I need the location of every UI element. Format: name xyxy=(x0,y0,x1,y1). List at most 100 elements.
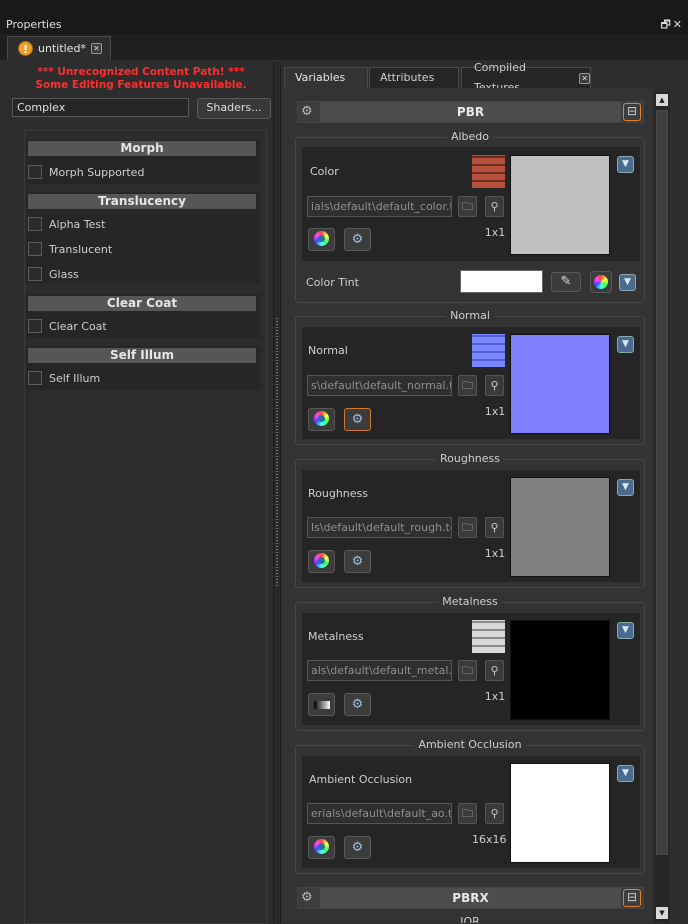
pbrx-header-label: PBRX xyxy=(320,888,621,908)
checkbox-label: Glass xyxy=(49,267,79,281)
checkbox-row[interactable]: Morph Supported xyxy=(28,165,144,179)
collapse-button[interactable]: ⊟ xyxy=(623,889,641,907)
top-strip xyxy=(0,0,688,16)
section-header-self-illum: Self Illum xyxy=(28,348,256,363)
checkbox[interactable] xyxy=(28,242,42,256)
chevron-down-icon[interactable]: ▼ xyxy=(617,336,634,353)
gear-icon[interactable]: ⚙ xyxy=(344,408,371,431)
color-wheel-icon[interactable] xyxy=(308,408,335,431)
ao-preview xyxy=(510,763,610,863)
color-tint-swatch[interactable] xyxy=(460,270,543,293)
metalness-label: Metalness xyxy=(308,630,364,643)
normal-group-label: Normal xyxy=(295,309,645,323)
magnifier-icon[interactable]: ⚲ xyxy=(485,660,504,681)
warning-icon: ! xyxy=(18,41,33,56)
checkbox[interactable] xyxy=(28,267,42,281)
checkbox-row[interactable]: Clear Coat xyxy=(28,319,107,333)
chevron-down-icon[interactable]: ▼ xyxy=(617,622,634,639)
chevron-down-icon[interactable]: ▼ xyxy=(617,479,634,496)
pbrx-group-header: ⚙ PBRX ⊟ xyxy=(297,887,644,909)
eyedropper-icon[interactable]: ✎ xyxy=(551,272,581,292)
chevron-down-icon[interactable]: ▼ xyxy=(617,156,634,173)
color-thumbnail[interactable] xyxy=(472,155,505,188)
tab-attributes[interactable]: Attributes xyxy=(369,67,459,88)
pbr-header-label: PBR xyxy=(320,102,621,122)
checkbox-row[interactable]: Translucent xyxy=(28,242,112,256)
checkbox[interactable] xyxy=(28,319,42,333)
color-wheel-icon[interactable] xyxy=(308,228,335,251)
gradient-icon[interactable] xyxy=(308,693,335,716)
tab-close-icon[interactable]: ✕ xyxy=(579,72,590,84)
color-wheel-icon[interactable] xyxy=(590,271,612,293)
close-icon[interactable]: ✕ xyxy=(673,18,684,31)
scroll-down-arrow[interactable]: ▼ xyxy=(656,907,668,919)
color-tint-label: Color Tint xyxy=(306,276,359,289)
color-preview xyxy=(510,155,610,255)
chevron-down-icon[interactable]: ▼ xyxy=(619,274,636,291)
normal-preview xyxy=(510,334,610,434)
gear-icon[interactable]: ⚙ xyxy=(344,228,371,251)
folder-icon[interactable]: 🗀 xyxy=(458,375,477,396)
chevron-down-icon[interactable]: ▼ xyxy=(617,765,634,782)
gear-icon[interactable]: ⚙ xyxy=(344,836,371,859)
tab-compiled-textures[interactable]: Compiled Textures✕ xyxy=(461,61,591,94)
window-buttons[interactable]: 🗗✕ xyxy=(660,17,684,33)
magnifier-icon[interactable]: ⚲ xyxy=(485,375,504,396)
collapse-button[interactable]: ⊟ xyxy=(623,103,641,121)
folder-icon[interactable]: 🗀 xyxy=(458,517,477,538)
ior-group-label: IOR xyxy=(460,915,480,923)
panel-title: Properties xyxy=(0,16,688,34)
gear-icon[interactable]: ⚙ xyxy=(344,693,371,716)
section-header-clear-coat: Clear Coat xyxy=(28,296,256,311)
folder-icon[interactable]: 🗀 xyxy=(458,196,477,217)
error-line-1: *** Unrecognized Content Path! *** xyxy=(37,66,245,78)
error-message: *** Unrecognized Content Path! *** Some … xyxy=(8,66,274,92)
tab-close-icon[interactable]: ✕ xyxy=(90,43,102,54)
shaders-button[interactable]: Shaders... xyxy=(197,98,271,119)
checkbox-row[interactable]: Self Illum xyxy=(28,371,100,385)
gear-icon[interactable]: ⚙ xyxy=(301,890,317,906)
scroll-up-arrow[interactable]: ▲ xyxy=(656,94,668,106)
pbr-group-header: ⚙ PBR ⊟ xyxy=(297,101,644,123)
document-tab[interactable]: ! untitled* ✕ xyxy=(7,36,111,60)
splitter-grip[interactable] xyxy=(276,318,278,588)
folder-icon[interactable]: 🗀 xyxy=(458,803,477,824)
color-label: Color xyxy=(310,165,339,178)
ao-path-field[interactable]: erials\default\default_ao.tga xyxy=(307,803,452,824)
section-header-translucency: Translucency xyxy=(28,194,256,209)
magnifier-icon[interactable]: ⚲ xyxy=(485,196,504,217)
normal-label: Normal xyxy=(308,344,348,357)
gear-icon[interactable]: ⚙ xyxy=(344,550,371,573)
float-icon[interactable]: 🗗 xyxy=(660,18,672,31)
roughness-preview xyxy=(510,477,610,577)
color-path-field[interactable]: ials\default\default_color.tga xyxy=(307,196,452,217)
metalness-preview xyxy=(510,620,610,720)
color-wheel-icon[interactable] xyxy=(308,836,335,859)
magnifier-icon[interactable]: ⚲ xyxy=(485,517,504,538)
checkbox-row[interactable]: Glass xyxy=(28,267,79,281)
roughness-path-field[interactable]: ls\default\default_rough.tga xyxy=(307,517,452,538)
color-wheel-icon[interactable] xyxy=(308,550,335,573)
checkbox-row[interactable]: Alpha Test xyxy=(28,217,105,231)
roughness-group-label: Roughness xyxy=(295,452,645,466)
scrollbar-thumb[interactable] xyxy=(656,110,668,855)
albedo-group-label: Albedo xyxy=(295,130,645,144)
folder-icon[interactable]: 🗀 xyxy=(458,660,477,681)
metalness-path-field[interactable]: als\default\default_metal.tga xyxy=(307,660,452,681)
ao-size: 16x16 xyxy=(472,833,507,846)
gear-icon[interactable]: ⚙ xyxy=(301,104,317,120)
checkbox[interactable] xyxy=(28,217,42,231)
roughness-size: 1x1 xyxy=(484,547,506,560)
color-size: 1x1 xyxy=(484,226,506,239)
section-header-morph: Morph xyxy=(28,141,256,156)
magnifier-icon[interactable]: ⚲ xyxy=(485,803,504,824)
checkbox-label: Morph Supported xyxy=(49,165,145,179)
checkbox[interactable] xyxy=(28,165,42,179)
shader-name-field[interactable]: Complex xyxy=(12,98,189,117)
normal-path-field[interactable]: s\default\default_normal.tga xyxy=(307,375,452,396)
metalness-thumbnail[interactable] xyxy=(472,620,505,653)
tab-variables[interactable]: Variables xyxy=(284,67,368,88)
normal-thumbnail[interactable] xyxy=(472,334,505,367)
ao-label: Ambient Occlusion xyxy=(309,773,413,786)
checkbox[interactable] xyxy=(28,371,42,385)
